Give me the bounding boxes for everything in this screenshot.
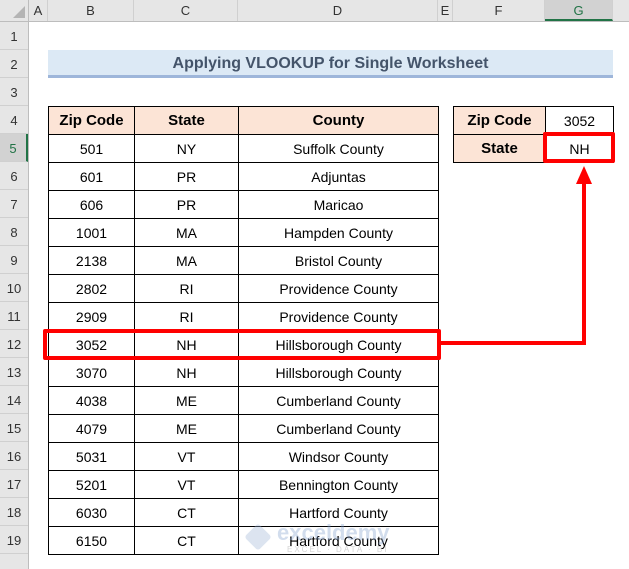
arrow-head-icon: [576, 166, 592, 184]
spreadsheet: A B C D E F G 1 2 3 4 5 6 7 8 9 10 11 12 13 14 15 16 17 1…: [0, 0, 629, 569]
lookup-arrow: [441, 166, 592, 345]
arrow-connector-line: [441, 182, 586, 345]
